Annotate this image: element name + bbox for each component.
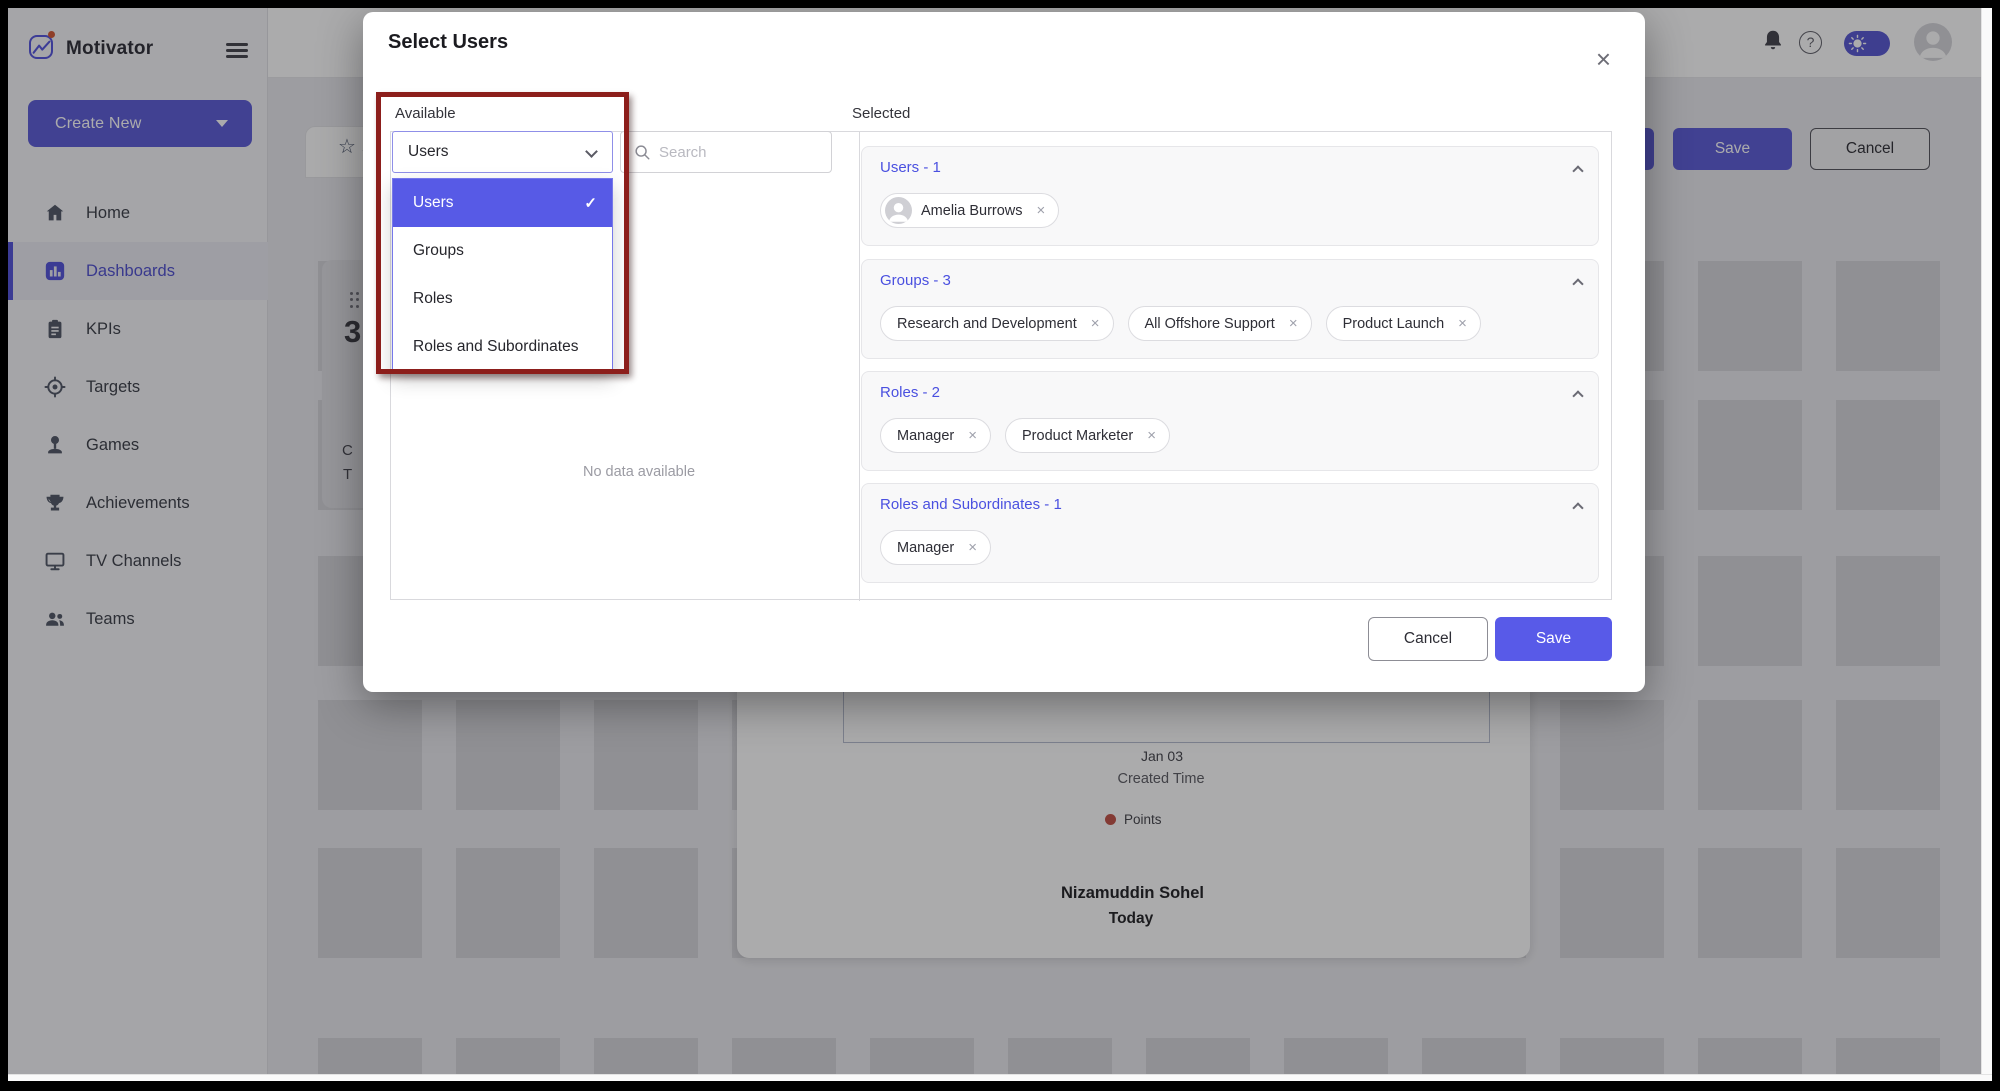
selected-group-groups-3: Groups - 3Research and Development×All O… (861, 259, 1599, 359)
screenshot-border (1992, 0, 2000, 1091)
chips-row: Research and Development×All Offshore Su… (880, 306, 1481, 341)
remove-chip-icon[interactable]: × (968, 539, 977, 556)
chip-label: Amelia Burrows (921, 203, 1023, 219)
modal-title: Select Users (388, 31, 508, 54)
group-header[interactable]: Users - 1 (880, 159, 941, 176)
selected-chip-all-offshore-support: All Offshore Support × (1128, 306, 1312, 341)
selected-chip-manager: Manager × (880, 530, 991, 565)
selected-group-roles-2: Roles - 2 Manager × Product Marketer × (861, 371, 1599, 471)
avatar (885, 197, 912, 224)
close-icon[interactable]: × (1596, 46, 1611, 72)
selected-chip-manager: Manager × (880, 418, 991, 453)
search-icon (633, 143, 651, 161)
chip-label: All Offshore Support (1145, 316, 1275, 332)
remove-chip-icon[interactable]: × (1147, 427, 1156, 444)
chip-label: Research and Development (897, 316, 1077, 332)
remove-chip-icon[interactable]: × (1458, 315, 1467, 332)
remove-chip-icon[interactable]: × (1091, 315, 1100, 332)
chip-label: Product Launch (1343, 316, 1445, 332)
screenshot-border (0, 1081, 2000, 1091)
modal-save-button[interactable]: Save (1495, 617, 1612, 661)
chip-label: Manager (897, 428, 954, 444)
chips-row: Amelia Burrows × (880, 193, 1059, 228)
annotation-highlight-box (376, 92, 629, 374)
available-empty-text: No data available (418, 464, 860, 480)
screenshot-frame: ☆ St Save Cancel 3 C T Jan 03 Created Ti… (0, 0, 2000, 1091)
remove-chip-icon[interactable]: × (1037, 202, 1046, 219)
chevron-up-icon[interactable] (1572, 390, 1583, 401)
chevron-up-icon[interactable] (1572, 165, 1583, 176)
chips-row: Manager × Product Marketer × (880, 418, 1170, 453)
selected-group-roles-and-subordinates-1: Roles and Subordinates - 1 Manager × (861, 483, 1599, 583)
group-header[interactable]: Roles - 2 (880, 384, 940, 401)
group-header[interactable]: Groups - 3 (880, 272, 951, 289)
selected-chip-product-launch: Product Launch × (1326, 306, 1481, 341)
horizontal-scrollbar[interactable] (8, 1074, 1992, 1081)
available-search-box (620, 131, 832, 173)
group-header[interactable]: Roles and Subordinates - 1 (880, 496, 1062, 513)
screenshot-border (0, 0, 8, 1091)
selected-group-users-1: Users - 1 Amelia Burrows × (861, 146, 1599, 246)
chip-label: Manager (897, 540, 954, 556)
panel-divider (859, 132, 860, 601)
search-input[interactable] (659, 133, 827, 171)
screenshot-border (0, 0, 2000, 8)
chip-label: Product Marketer (1022, 428, 1133, 444)
chevron-up-icon[interactable] (1572, 278, 1583, 289)
selected-chip-product-marketer: Product Marketer × (1005, 418, 1170, 453)
chips-row: Manager × (880, 530, 991, 565)
selected-chip-amelia-burrows: Amelia Burrows × (880, 193, 1059, 228)
selected-label: Selected (852, 105, 910, 122)
modal-cancel-button[interactable]: Cancel (1368, 617, 1488, 661)
vertical-scrollbar[interactable] (1981, 8, 1992, 1074)
remove-chip-icon[interactable]: × (968, 427, 977, 444)
remove-chip-icon[interactable]: × (1289, 315, 1298, 332)
selected-chip-research-and-development: Research and Development × (880, 306, 1114, 341)
chevron-up-icon[interactable] (1572, 502, 1583, 513)
